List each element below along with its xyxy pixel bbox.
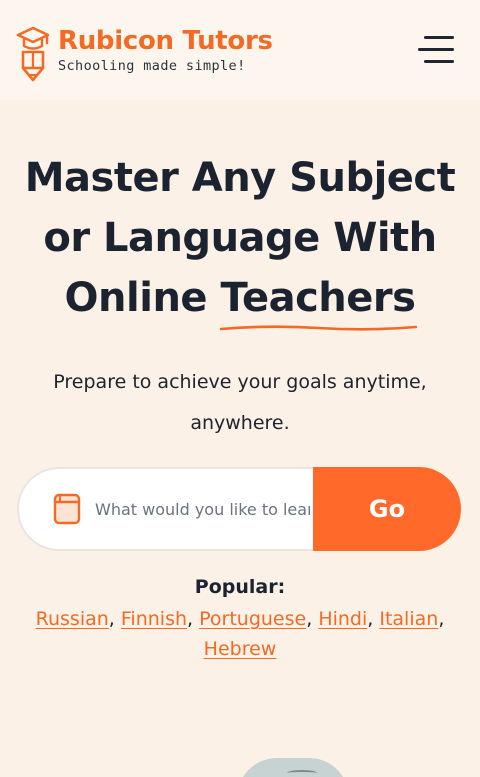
search-field-wrapper[interactable]	[17, 467, 317, 551]
site-header: Rubicon Tutors Schooling made simple!	[0, 0, 480, 100]
popular-links: Russian, Finnish, Portuguese, Hindi, Ita…	[35, 608, 445, 660]
graduation-pencil-icon	[16, 26, 50, 82]
brand-tagline: Schooling made simple!	[58, 58, 246, 74]
hamburger-menu-icon[interactable]	[418, 36, 458, 66]
popular-link-italian[interactable]: Italian	[379, 608, 438, 630]
popular-link-russian[interactable]: Russian	[36, 608, 109, 630]
brand-name: Rubicon Tutors	[58, 26, 273, 56]
illustration-preview	[237, 758, 349, 777]
headline-highlight-text: Teachers	[220, 275, 416, 321]
book-icon	[53, 493, 81, 525]
popular-link-finnish[interactable]: Finnish	[121, 608, 187, 630]
popular-label: Popular:	[194, 576, 286, 598]
search-bar: Go	[17, 467, 461, 551]
hero-subtitle: Prepare to achieve your goals anytime, a…	[53, 371, 427, 434]
hero-section: Master Any Subject or Language With Onli…	[0, 100, 480, 777]
logo[interactable]: Rubicon Tutors Schooling made simple!	[16, 26, 273, 82]
popular-link-hebrew[interactable]: Hebrew	[204, 638, 277, 660]
hero-headline: Master Any Subject or Language With Onli…	[10, 148, 470, 331]
popular-link-hindi[interactable]: Hindi	[318, 608, 367, 630]
search-input[interactable]	[95, 499, 310, 519]
scribble-underline-icon	[219, 325, 417, 331]
popular-link-portuguese[interactable]: Portuguese	[199, 608, 306, 630]
go-button[interactable]: Go	[313, 467, 461, 551]
headline-highlight: Teachers	[219, 268, 417, 331]
